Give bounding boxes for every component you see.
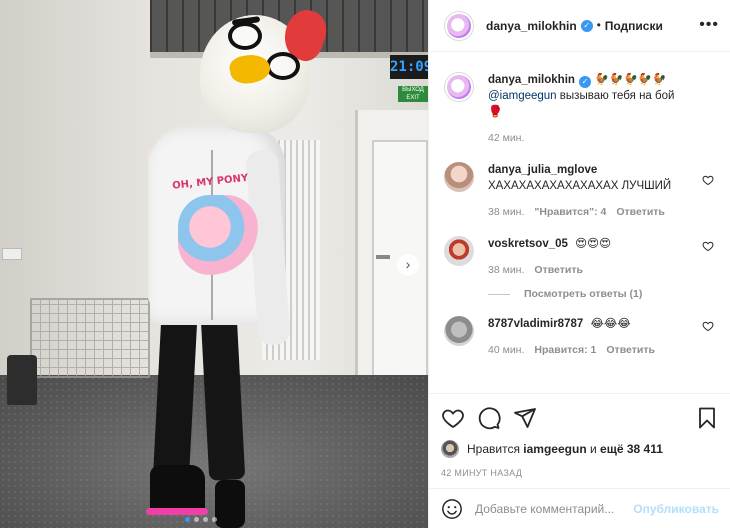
caption-emojis: 🐓🐓🐓🐓🐓 [594, 74, 667, 86]
verified-icon: ✓ [580, 19, 593, 32]
publish-button[interactable]: Опубликовать [633, 502, 719, 516]
avatar[interactable] [444, 72, 474, 102]
trash-bin [7, 355, 37, 405]
caption-text: вызываю тебя на бой [559, 90, 675, 102]
comment-text: ХАХАХАХАХАХАХАХАХ ЛУЧШИЙ [488, 180, 672, 192]
unicorn-avatar-image [447, 13, 471, 38]
comment-username[interactable]: 8787vladimir8787 [488, 318, 583, 330]
verified-icon: ✓ [578, 76, 591, 88]
likes-count[interactable]: ещё 38 411 [600, 442, 663, 456]
carousel-dot [212, 517, 217, 522]
avatar[interactable] [444, 162, 474, 192]
wall-socket [2, 248, 22, 260]
carousel-dot [194, 517, 199, 522]
comment-meta: 38 мин. "Нравится": 4 Ответить [488, 204, 694, 220]
comment-icon[interactable] [477, 406, 501, 430]
liker-username[interactable]: iamgeegun [523, 442, 586, 456]
comment-likes[interactable]: Нравится: 1 [534, 342, 596, 358]
comment-time[interactable]: 38 мин. [488, 262, 524, 278]
glasses-right [266, 52, 300, 80]
door-handle [376, 255, 390, 259]
post-photo[interactable]: 21:09 ВЫХОД EXIT OH, MY PONY › [0, 0, 428, 528]
carousel-dots [185, 517, 217, 522]
heart-icon[interactable] [702, 240, 714, 252]
glasses-left [228, 22, 262, 50]
comment-meta: 38 мин. Ответить [488, 262, 694, 278]
post-actions: Нравится iamgeegun и ещё 38 411 42 МИНУТ… [429, 393, 730, 478]
skate-left [150, 465, 205, 513]
heart-icon[interactable] [702, 174, 714, 186]
heart-icon[interactable] [702, 320, 714, 332]
share-icon[interactable] [513, 406, 537, 430]
instagram-post-view: 21:09 ВЫХОД EXIT OH, MY PONY › danya_mil… [0, 0, 730, 528]
add-comment-bar: Опубликовать [429, 488, 730, 528]
metal-cart [30, 298, 150, 378]
comment-body: voskretsov_05 😍😍😍 38 мин. Ответить [488, 236, 716, 278]
caption-time[interactable]: 42 мин. [488, 130, 524, 146]
smile-icon[interactable] [441, 498, 463, 520]
bookmark-icon[interactable] [695, 406, 719, 430]
wall-clock: 21:09 [390, 55, 428, 79]
comment-input[interactable] [475, 501, 628, 516]
reply-button[interactable]: Ответить [616, 204, 665, 220]
pony-print [178, 195, 258, 275]
caption: danya_milokhin ✓ 🐓🐓🐓🐓🐓 @iamgeegun вызываю … [444, 72, 716, 146]
comment-username[interactable]: danya_julia_mglove [488, 164, 597, 176]
comment-item: 8787vladimir8787 😂😂😂 40 мин. Нравится: 1… [444, 316, 716, 358]
caption-body: danya_milokhin ✓ 🐓🐓🐓🐓🐓 @iamgeegun вызываю … [488, 72, 716, 146]
comment-body: danya_julia_mglove ХАХАХАХАХАХАХАХАХ ЛУЧ… [488, 162, 716, 220]
likes-row: Нравится iamgeegun и ещё 38 411 [441, 440, 719, 458]
comment-username[interactable]: voskretsov_05 [488, 238, 568, 250]
unicorn-avatar-image [447, 75, 471, 99]
author-username[interactable]: danya_milokhin [486, 19, 577, 33]
next-arrow-icon[interactable]: › [397, 254, 419, 276]
caption-meta: 42 мин. [488, 130, 694, 146]
view-replies-button[interactable]: Посмотреть ответы (1) [488, 288, 716, 300]
heart-icon[interactable] [441, 406, 465, 430]
comment-likes[interactable]: "Нравится": 4 [534, 204, 606, 220]
carousel-dot [203, 517, 208, 522]
exit-sign: ВЫХОД EXIT [398, 86, 428, 102]
reply-button[interactable]: Ответить [606, 342, 655, 358]
action-icons [441, 404, 719, 432]
comment-meta: 40 мин. Нравится: 1 Ответить [488, 342, 694, 358]
likes-and: и [590, 442, 597, 456]
comment-item: danya_julia_mglove ХАХАХАХАХАХАХАХАХ ЛУЧ… [444, 162, 716, 220]
reply-button[interactable]: Ответить [534, 262, 583, 278]
caption-mention[interactable]: @iamgeegun [488, 90, 557, 102]
comment-time[interactable]: 38 мин. [488, 204, 524, 220]
view-replies-label: Посмотреть ответы (1) [524, 288, 643, 300]
avatar[interactable] [444, 236, 474, 266]
comment-time[interactable]: 40 мин. [488, 342, 524, 358]
following-button[interactable]: Подписки [605, 19, 663, 33]
avatar[interactable] [444, 316, 474, 346]
more-icon[interactable]: ••• [699, 16, 719, 34]
avatar[interactable] [444, 10, 474, 41]
caption-username[interactable]: danya_milokhin [488, 74, 575, 86]
avatar[interactable] [441, 440, 459, 458]
likes-text: Нравится iamgeegun и ещё 38 411 [467, 442, 663, 456]
header-separator: • [596, 19, 601, 32]
skate-right [215, 480, 245, 528]
comment-text: 😍😍😍 [575, 238, 612, 250]
skate-blade [146, 508, 208, 515]
posted-time[interactable]: 42 МИНУТ НАЗАД [441, 468, 719, 478]
comment-item: voskretsov_05 😍😍😍 38 мин. Ответить [444, 236, 716, 278]
post-sidebar: danya_milokhin ✓ • Подписки ••• danya_mi… [428, 0, 730, 528]
post-header: danya_milokhin ✓ • Подписки ••• [429, 0, 730, 52]
comments-list[interactable]: danya_milokhin ✓ 🐓🐓🐓🐓🐓 @iamgeegun вызываю … [429, 60, 730, 392]
comment-text: 😂😂😂 [590, 318, 631, 330]
comment-body: 8787vladimir8787 😂😂😂 40 мин. Нравится: 1… [488, 316, 716, 358]
replies-line [488, 293, 510, 295]
caption-glove: 🥊 [488, 106, 503, 118]
carousel-dot [185, 517, 190, 522]
likes-prefix: Нравится [467, 442, 520, 456]
